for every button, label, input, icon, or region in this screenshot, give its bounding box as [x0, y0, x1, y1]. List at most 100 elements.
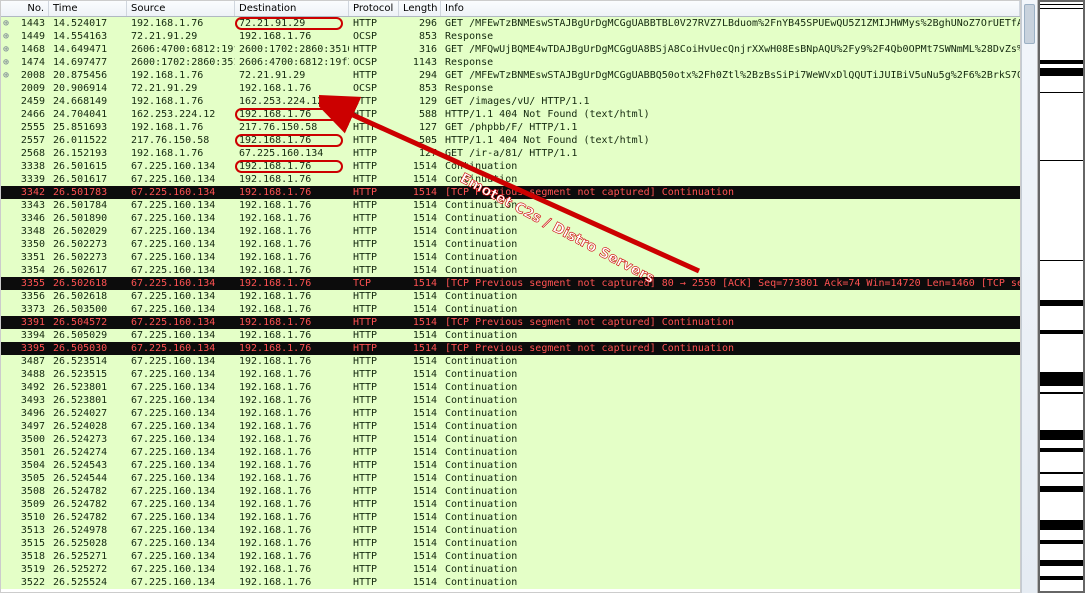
- cell-info: Continuation: [441, 394, 1020, 407]
- packet-row[interactable]: 348826.52351567.225.160.134192.168.1.76H…: [1, 368, 1020, 381]
- cell-no: 3395: [1, 342, 49, 355]
- col-header-time[interactable]: Time: [49, 1, 127, 16]
- packet-row[interactable]: 350126.52427467.225.160.134192.168.1.76H…: [1, 446, 1020, 459]
- packet-row[interactable]: 334626.50189067.225.160.134192.168.1.76H…: [1, 212, 1020, 225]
- col-header-protocol[interactable]: Protocol: [349, 1, 399, 16]
- cell-info: GET /images/vU/ HTTP/1.1: [441, 95, 1020, 108]
- cell-time: 26.524028: [49, 420, 127, 433]
- cell-no: 3505: [1, 472, 49, 485]
- packet-minimap[interactable]: [1037, 0, 1085, 593]
- packet-row[interactable]: ⊕144914.55416372.21.91.29192.168.1.76OCS…: [1, 30, 1020, 43]
- packet-row[interactable]: 352226.52552467.225.160.134192.168.1.76H…: [1, 576, 1020, 589]
- col-header-source[interactable]: Source: [127, 1, 235, 16]
- cell-info: Continuation: [441, 303, 1020, 316]
- cell-destination: 192.168.1.76: [235, 342, 349, 355]
- cell-source: 67.225.160.134: [127, 355, 235, 368]
- cell-info: Response: [441, 30, 1020, 43]
- packet-row[interactable]: 351526.52502867.225.160.134192.168.1.76H…: [1, 537, 1020, 550]
- packet-row[interactable]: 351826.52527167.225.160.134192.168.1.76H…: [1, 550, 1020, 563]
- cell-info: HTTP/1.1 404 Not Found (text/html): [441, 108, 1020, 121]
- cell-source: 192.168.1.76: [127, 17, 235, 30]
- packet-row[interactable]: 350526.52454467.225.160.134192.168.1.76H…: [1, 472, 1020, 485]
- packet-row[interactable]: 349326.52380167.225.160.134192.168.1.76H…: [1, 394, 1020, 407]
- cell-time: 26.505030: [49, 342, 127, 355]
- cell-info: Continuation: [441, 472, 1020, 485]
- packet-row[interactable]: 335126.50227367.225.160.134192.168.1.76H…: [1, 251, 1020, 264]
- cell-no: ⊕1474: [1, 56, 49, 69]
- cell-no: 3350: [1, 238, 49, 251]
- col-header-dest[interactable]: Destination: [235, 1, 349, 16]
- minimap-viewport[interactable]: [1038, 0, 1085, 593]
- cell-no: 3339: [1, 173, 49, 186]
- packet-row[interactable]: 339126.50457267.225.160.134192.168.1.76H…: [1, 316, 1020, 329]
- cell-protocol: HTTP: [349, 563, 399, 576]
- cell-no: 3522: [1, 576, 49, 589]
- packet-row[interactable]: 350026.52427367.225.160.134192.168.1.76H…: [1, 433, 1020, 446]
- cell-destination: 192.168.1.76: [235, 550, 349, 563]
- cell-source: 67.225.160.134: [127, 290, 235, 303]
- packet-row[interactable]: 255525.851693192.168.1.76217.76.150.58HT…: [1, 121, 1020, 134]
- packet-row[interactable]: 335526.50261867.225.160.134192.168.1.76T…: [1, 277, 1020, 290]
- cell-source: 67.225.160.134: [127, 446, 235, 459]
- cell-length: 1514: [399, 303, 441, 316]
- cell-protocol: HTTP: [349, 95, 399, 108]
- cell-source: 67.225.160.134: [127, 485, 235, 498]
- packet-row[interactable]: ⊕144314.524017192.168.1.7672.21.91.29HTT…: [1, 17, 1020, 30]
- cell-no: 3510: [1, 511, 49, 524]
- cell-info: Continuation: [441, 160, 1020, 173]
- cell-source: 67.225.160.134: [127, 550, 235, 563]
- cell-info: Continuation: [441, 238, 1020, 251]
- packet-row[interactable]: ⊕147414.6974772600:1702:2860:3510…2606:4…: [1, 56, 1020, 69]
- scrollbar-thumb[interactable]: [1024, 4, 1035, 44]
- packet-row[interactable]: 334326.50178467.225.160.134192.168.1.76H…: [1, 199, 1020, 212]
- cell-length: 853: [399, 30, 441, 43]
- cell-source: 67.225.160.134: [127, 160, 235, 173]
- col-header-info[interactable]: Info: [441, 1, 1020, 16]
- packet-row[interactable]: 351026.52478267.225.160.134192.168.1.76H…: [1, 511, 1020, 524]
- packet-row[interactable]: 339426.50502967.225.160.134192.168.1.76H…: [1, 329, 1020, 342]
- packet-row[interactable]: 337326.50350067.225.160.134192.168.1.76H…: [1, 303, 1020, 316]
- packet-row[interactable]: 333826.50161567.225.160.134192.168.1.76H…: [1, 160, 1020, 173]
- cell-protocol: HTTP: [349, 485, 399, 498]
- packet-row[interactable]: 245924.668149192.168.1.76162.253.224.12H…: [1, 95, 1020, 108]
- vertical-scrollbar[interactable]: [1021, 0, 1037, 593]
- packet-row[interactable]: 334826.50202967.225.160.134192.168.1.76H…: [1, 225, 1020, 238]
- cell-time: 26.525271: [49, 550, 127, 563]
- packet-row[interactable]: 350426.52454367.225.160.134192.168.1.76H…: [1, 459, 1020, 472]
- packet-row[interactable]: 334226.50178367.225.160.134192.168.1.76H…: [1, 186, 1020, 199]
- cell-source: 67.225.160.134: [127, 173, 235, 186]
- packet-row[interactable]: 246624.704041162.253.224.12192.168.1.76H…: [1, 108, 1020, 121]
- cell-time: 26.524782: [49, 485, 127, 498]
- cell-length: 1514: [399, 160, 441, 173]
- cell-protocol: HTTP: [349, 251, 399, 264]
- packet-row[interactable]: 349726.52402867.225.160.134192.168.1.76H…: [1, 420, 1020, 433]
- packet-row[interactable]: 351926.52527267.225.160.134192.168.1.76H…: [1, 563, 1020, 576]
- packet-row[interactable]: 350926.52478267.225.160.134192.168.1.76H…: [1, 498, 1020, 511]
- minimap-mark: [1040, 372, 1083, 386]
- packet-row[interactable]: ⊕200820.875456192.168.1.7672.21.91.29HTT…: [1, 69, 1020, 82]
- packet-row[interactable]: 339526.50503067.225.160.134192.168.1.76H…: [1, 342, 1020, 355]
- packet-row[interactable]: 350826.52478267.225.160.134192.168.1.76H…: [1, 485, 1020, 498]
- col-header-length[interactable]: Length: [399, 1, 441, 16]
- packet-row[interactable]: ⊕146814.6494712606:4700:6812:19f32600:17…: [1, 43, 1020, 56]
- cell-info: Continuation: [441, 446, 1020, 459]
- cell-no: 2009: [1, 82, 49, 95]
- packet-row[interactable]: 200920.90691472.21.91.29192.168.1.76OCSP…: [1, 82, 1020, 95]
- cell-destination: 192.168.1.76: [235, 433, 349, 446]
- packet-row[interactable]: 256826.152193192.168.1.7667.225.160.134H…: [1, 147, 1020, 160]
- packet-row[interactable]: 349226.52380167.225.160.134192.168.1.76H…: [1, 381, 1020, 394]
- column-headers[interactable]: No. Time Source Destination Protocol Len…: [1, 1, 1020, 17]
- packet-row[interactable]: 349626.52402767.225.160.134192.168.1.76H…: [1, 407, 1020, 420]
- col-header-no[interactable]: No.: [1, 1, 49, 16]
- packet-list-pane[interactable]: No. Time Source Destination Protocol Len…: [0, 0, 1021, 593]
- cell-time: 26.523515: [49, 368, 127, 381]
- packet-row[interactable]: 335426.50261767.225.160.134192.168.1.76H…: [1, 264, 1020, 277]
- cell-protocol: HTTP: [349, 43, 399, 56]
- packet-row[interactable]: 333926.50161767.225.160.134192.168.1.76H…: [1, 173, 1020, 186]
- packet-row[interactable]: 335026.50227367.225.160.134192.168.1.76H…: [1, 238, 1020, 251]
- packet-row[interactable]: 351326.52497867.225.160.134192.168.1.76H…: [1, 524, 1020, 537]
- packet-row[interactable]: 335626.50261867.225.160.134192.168.1.76H…: [1, 290, 1020, 303]
- packet-row[interactable]: 348726.52351467.225.160.134192.168.1.76H…: [1, 355, 1020, 368]
- packet-rows-container[interactable]: ⊕144314.524017192.168.1.7672.21.91.29HTT…: [1, 17, 1020, 589]
- packet-row[interactable]: 255726.011522217.76.150.58192.168.1.76HT…: [1, 134, 1020, 147]
